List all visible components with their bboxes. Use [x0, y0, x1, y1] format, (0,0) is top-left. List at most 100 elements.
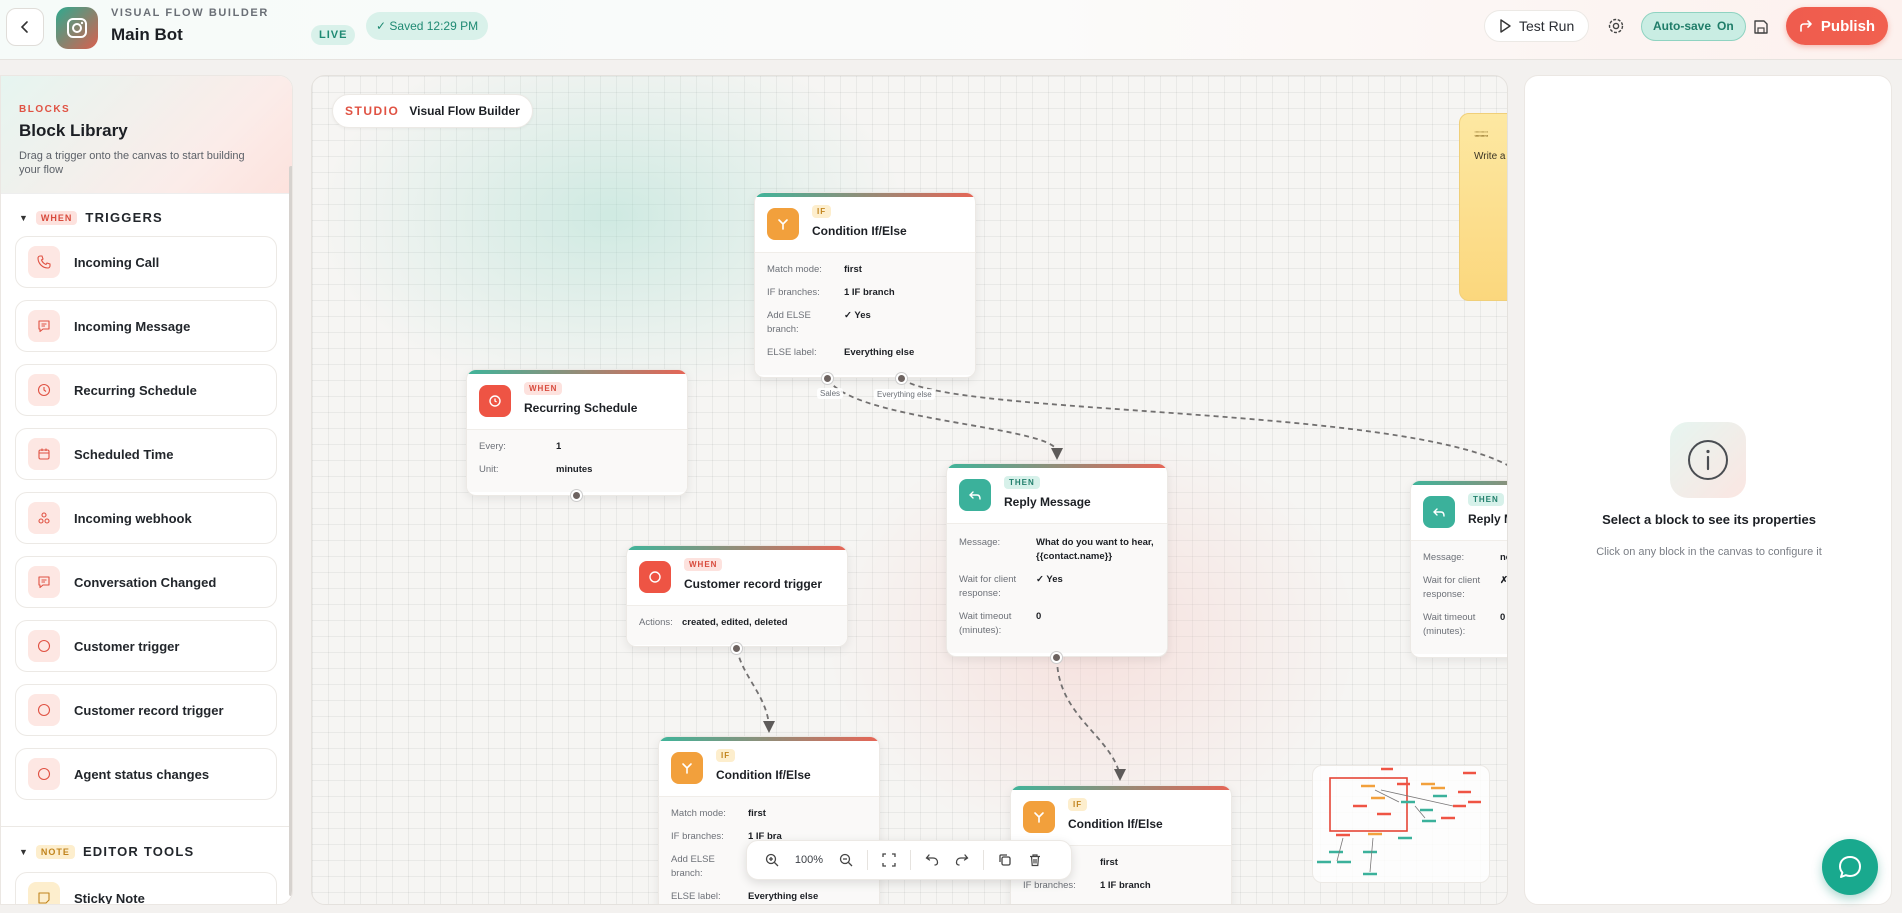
tool-item-sticky-note[interactable]: Sticky Note [15, 872, 277, 904]
floppy-disk-icon [1754, 20, 1768, 34]
sticky-note[interactable]: ;;;;;;;;;;; Write a n [1459, 113, 1507, 301]
flow-canvas[interactable]: STUDIO Visual Flow Builder IF Condition … [311, 75, 1508, 905]
output-port[interactable] [731, 643, 742, 654]
reply-arrow-icon [1423, 496, 1455, 528]
drag-grip-icon[interactable]: ;;;;;;;;;;; [1474, 129, 1488, 138]
prop-key: IF branches: [1023, 880, 1076, 891]
prop-value: 1 [556, 441, 562, 452]
node-customer-record-trigger[interactable]: WHEN Customer record trigger Actions: cre… [626, 545, 848, 647]
when-tag: WHEN [524, 382, 563, 395]
gear-icon [1608, 18, 1624, 34]
trigger-label: Incoming webhook [74, 510, 192, 526]
autosave-state: On [1717, 19, 1734, 33]
undo-button[interactable] [917, 845, 947, 875]
trigger-item-customer-record-trigger[interactable]: Customer record trigger [15, 684, 277, 736]
prop-key: Match mode: [767, 264, 822, 275]
editor-tools-section-toggle[interactable]: ▼ NOTE EDITOR TOOLS [19, 844, 194, 859]
trigger-item-agent-status-changes[interactable]: Agent status changes [15, 748, 277, 800]
if-tag: IF [1068, 798, 1088, 811]
redo-button[interactable] [947, 845, 977, 875]
empty-state-title: Select a block to see its properties [1602, 512, 1816, 527]
publish-button[interactable]: Publish [1786, 7, 1888, 45]
sidebar-scrollbar[interactable] [289, 166, 292, 896]
prop-key: IF branches: [767, 287, 820, 298]
delete-button[interactable] [1020, 845, 1050, 875]
back-button[interactable] [6, 8, 44, 46]
top-bar: VISUAL FLOW BUILDER Main Bot LIVE ✓ Save… [0, 0, 1902, 60]
branch-icon [767, 208, 799, 240]
circle-icon [28, 630, 60, 662]
prop-key: Message: [1423, 552, 1465, 563]
prop-value: no [1500, 552, 1507, 563]
node-properties: Message:no Wait for client response:✗ I … [1411, 541, 1508, 654]
zoom-in-button[interactable] [757, 845, 787, 875]
triggers-section-toggle[interactable]: ▼ WHEN TRIGGERS [19, 210, 163, 225]
prop-key: IF branches: [671, 831, 724, 842]
prop-value: first [748, 808, 766, 819]
node-title: Reply Me [1468, 512, 1507, 526]
zoom-out-button[interactable] [831, 845, 861, 875]
branch-icon [1023, 801, 1055, 833]
autosave-toggle[interactable]: Auto-save On [1641, 12, 1746, 41]
save-button[interactable] [1748, 14, 1774, 40]
prop-key: ELSE label: [671, 891, 721, 902]
trigger-label: Scheduled Time [74, 446, 174, 462]
prop-key: Match mode: [671, 808, 726, 819]
chat-bubble-icon [1839, 856, 1861, 878]
branch-icon [671, 752, 703, 784]
node-title: Customer record trigger [684, 577, 823, 591]
node-reply-message[interactable]: THEN Reply Message Message: What do you w… [946, 463, 1168, 657]
node-recurring-schedule[interactable]: WHEN Recurring Schedule Every: 1 Unit: min… [466, 369, 688, 496]
prop-key: Wait timeout (minutes): [959, 611, 1012, 636]
arrow-head [1051, 448, 1063, 460]
output-port-sales[interactable] [822, 373, 833, 384]
trigger-item-scheduled-time[interactable]: Scheduled Time [15, 428, 277, 480]
prop-key: Add ELSE branch: [671, 854, 715, 879]
caret-down-icon: ▼ [19, 846, 28, 857]
sticky-note-text[interactable]: Write a n [1474, 151, 1507, 162]
fit-view-button[interactable] [874, 845, 904, 875]
trigger-item-recurring-schedule[interactable]: Recurring Schedule [15, 364, 277, 416]
prop-row: Actions: created, edited, deleted [639, 616, 835, 630]
output-port[interactable] [1051, 652, 1062, 663]
prop-key: Wait for client response: [959, 574, 1017, 599]
chat-button[interactable] [1822, 839, 1878, 895]
node-reply-message-partial[interactable]: THEN Reply Me Message: no Wait for client… [1410, 480, 1508, 658]
prop-key: Unit: [479, 464, 499, 475]
prop-value: 1 IF branch [844, 287, 895, 298]
prop-value: ✗ I [1500, 575, 1508, 586]
output-port[interactable] [571, 490, 582, 501]
test-run-button[interactable]: Test Run [1484, 10, 1590, 42]
minimap[interactable] [1312, 765, 1490, 883]
trigger-item-conversation-changed[interactable]: Conversation Changed [15, 556, 277, 608]
toolbar-divider [910, 850, 911, 870]
trigger-item-customer-trigger[interactable]: Customer trigger [15, 620, 277, 672]
zoom-in-icon [765, 853, 779, 867]
trigger-label: Customer record trigger [74, 702, 224, 718]
app-eyebrow: VISUAL FLOW BUILDER [111, 7, 269, 19]
prop-value: first [844, 264, 862, 275]
node-header: WHEN Customer record trigger [627, 546, 847, 606]
when-tag: WHEN [35, 210, 78, 225]
node-title: Condition If/Else [716, 768, 811, 782]
prop-row: Wait for client response: ✗ I [1423, 574, 1508, 602]
app-logo [56, 7, 98, 49]
trigger-item-incoming-webhook[interactable]: Incoming webhook [15, 492, 277, 544]
node-title: Recurring Schedule [524, 401, 638, 415]
then-tag: THEN [1004, 476, 1040, 489]
trigger-label: Agent status changes [74, 766, 210, 782]
node-header: THEN Reply Message [947, 464, 1167, 524]
trigger-label: Customer trigger [74, 638, 180, 654]
prop-value: Everything else [844, 347, 915, 358]
trigger-item-incoming-message[interactable]: Incoming Message [15, 300, 277, 352]
circle-icon [28, 758, 60, 790]
calendar-icon [28, 438, 60, 470]
copy-icon [999, 854, 1011, 866]
node-condition-if-else[interactable]: IF Condition If/Else Match mode: first IF… [754, 192, 976, 378]
trigger-item-incoming-call[interactable]: Incoming Call [15, 236, 277, 288]
prop-value: minutes [556, 464, 593, 475]
settings-button[interactable] [1603, 13, 1629, 39]
duplicate-button[interactable] [990, 845, 1020, 875]
output-port-else[interactable] [896, 373, 907, 384]
node-title: Condition If/Else [812, 224, 907, 238]
